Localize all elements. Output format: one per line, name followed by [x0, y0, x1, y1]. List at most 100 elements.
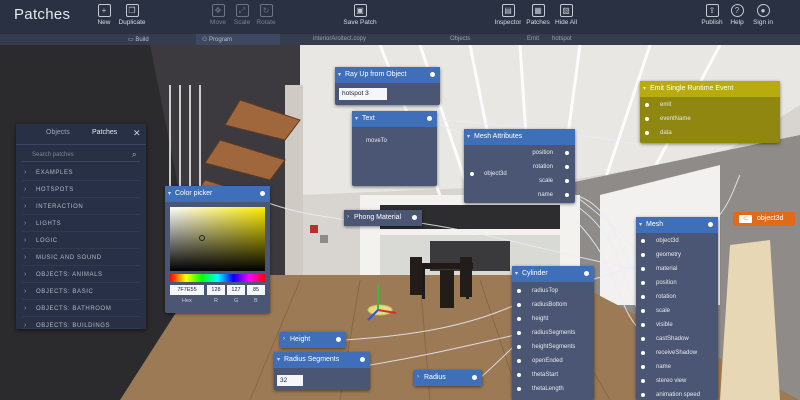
- height-node[interactable]: › Height: [280, 332, 346, 348]
- mesh-node[interactable]: ▾ Mesh object3d geometry material positio…: [636, 217, 718, 400]
- input-port[interactable]: [641, 253, 645, 257]
- category-item[interactable]: › OBJECTS: BASIC: [22, 285, 140, 300]
- radius-segments-input[interactable]: 32: [277, 375, 303, 386]
- output-port[interactable]: [412, 215, 417, 220]
- radius-segments-node[interactable]: ▾ Radius Segments 32: [274, 352, 370, 390]
- color-selector-handle[interactable]: [199, 235, 205, 241]
- input-port[interactable]: [641, 365, 645, 369]
- input-port[interactable]: [517, 359, 521, 363]
- emit-event-node[interactable]: ▾ Emit Single Runtime Event emit eventNam…: [640, 81, 780, 143]
- hide-all-button[interactable]: ▧ Hide All: [546, 4, 586, 26]
- radius-header[interactable]: › Radius: [414, 370, 482, 386]
- output-port[interactable]: [430, 72, 435, 77]
- blue-input[interactable]: 85: [247, 285, 265, 295]
- category-item[interactable]: › LOGIC: [22, 234, 140, 249]
- category-item[interactable]: › INTERACTION: [22, 200, 140, 215]
- red-input[interactable]: 128: [207, 285, 225, 295]
- height-header[interactable]: › Height: [280, 332, 346, 348]
- input-port[interactable]: [517, 289, 521, 293]
- emit-event-header[interactable]: ▾ Emit Single Runtime Event: [640, 81, 780, 97]
- category-item[interactable]: › MUSIC AND SOUND: [22, 251, 140, 266]
- output-port[interactable]: [472, 375, 477, 380]
- close-icon[interactable]: ✕: [133, 128, 141, 139]
- mesh-header[interactable]: ▾ Mesh: [636, 217, 718, 233]
- cylinder-header[interactable]: ▾ Cylinder: [512, 266, 594, 282]
- radius-node[interactable]: › Radius: [414, 370, 482, 386]
- output-port[interactable]: [584, 271, 589, 276]
- breadcrumb-objects[interactable]: Objects: [450, 36, 470, 42]
- input-port[interactable]: [517, 303, 521, 307]
- category-item[interactable]: › LIGHTS: [22, 217, 140, 232]
- patches-panel: Objects Patches ✕ Search patches ⌕ › EXAM…: [16, 124, 146, 329]
- output-port[interactable]: [360, 357, 365, 362]
- breadcrumb-file[interactable]: interiorAroitect.copy: [313, 36, 366, 42]
- input-port[interactable]: [641, 281, 645, 285]
- color-picker-node[interactable]: ▾ Color picker 7F7E55 128 127 85 Hex R G …: [165, 186, 270, 313]
- category-item[interactable]: › OBJECTS: ANIMALS: [22, 268, 140, 283]
- search-input[interactable]: Search patches: [22, 150, 140, 162]
- input-port[interactable]: [641, 295, 645, 299]
- cylinder-node[interactable]: ▾ Cylinder radiusTop radiusBottom height …: [512, 266, 594, 400]
- input-port[interactable]: [645, 103, 649, 107]
- ray-up-node[interactable]: ▾ Ray Up from Object hotspot 3: [335, 67, 440, 105]
- category-item[interactable]: › OBJECTS: BUILDINGS: [22, 319, 140, 329]
- category-item[interactable]: › OBJECTS: BATHROOM: [22, 302, 140, 317]
- radius-title: Radius: [424, 374, 446, 381]
- text-header[interactable]: ▾ Text: [352, 111, 437, 127]
- save-patch-button[interactable]: ▣ Save Patch: [335, 4, 385, 26]
- input-port[interactable]: [641, 337, 645, 341]
- port-label: stereo view: [656, 378, 687, 384]
- phong-material-header[interactable]: › Phong Material: [344, 210, 422, 226]
- input-port[interactable]: [641, 351, 645, 355]
- tab-program[interactable]: ⚇ Program: [196, 34, 280, 45]
- radius-segments-header[interactable]: ▾ Radius Segments: [274, 352, 370, 368]
- mesh-attributes-header[interactable]: ▾ Mesh Attributes: [464, 129, 575, 145]
- input-port[interactable]: [645, 131, 649, 135]
- new-label: New: [97, 19, 111, 26]
- input-port[interactable]: [641, 267, 645, 271]
- input-port[interactable]: [470, 172, 474, 176]
- output-port[interactable]: [427, 116, 432, 121]
- duplicate-button[interactable]: ❐ Duplicate: [112, 4, 152, 26]
- object3d-output-badge[interactable]: ⊂ object3d: [733, 212, 795, 226]
- breadcrumb-emit[interactable]: Emit: [527, 36, 539, 42]
- sign-in-button[interactable]: ● Sign in: [743, 4, 783, 26]
- input-port[interactable]: [517, 387, 521, 391]
- phong-material-node[interactable]: › Phong Material: [344, 210, 422, 226]
- output-port[interactable]: [565, 193, 569, 197]
- input-port[interactable]: [641, 323, 645, 327]
- saturation-value-area[interactable]: [170, 207, 265, 271]
- green-input[interactable]: 127: [227, 285, 245, 295]
- output-port[interactable]: [708, 222, 713, 227]
- output-port[interactable]: [565, 165, 569, 169]
- port-label: object3d: [656, 238, 679, 244]
- input-port[interactable]: [517, 317, 521, 321]
- category-item[interactable]: › EXAMPLES: [22, 166, 140, 181]
- tab-build[interactable]: ▭ Build: [122, 34, 194, 45]
- hex-input[interactable]: 7F7E55: [170, 285, 204, 295]
- input-port[interactable]: [517, 345, 521, 349]
- tab-objects[interactable]: Objects: [46, 129, 70, 136]
- input-port[interactable]: [641, 379, 645, 383]
- input-port[interactable]: [641, 309, 645, 313]
- tab-patches[interactable]: Patches: [92, 129, 117, 136]
- output-port[interactable]: [336, 337, 341, 342]
- output-port[interactable]: [260, 191, 265, 196]
- top-toolbar: Patches + New ❐ Duplicate ✥ Move ⤢ Scale ↻ Ro…: [0, 0, 800, 34]
- ray-up-header[interactable]: ▾ Ray Up from Object: [335, 67, 440, 83]
- mesh-attributes-node[interactable]: ▾ Mesh Attributes object3d position rotat…: [464, 129, 575, 203]
- color-picker-header[interactable]: ▾ Color picker: [165, 186, 270, 202]
- hue-slider[interactable]: [170, 274, 265, 282]
- rotate-button[interactable]: ↻ Rotate: [246, 4, 286, 26]
- output-port[interactable]: [565, 151, 569, 155]
- output-port[interactable]: [565, 179, 569, 183]
- category-item[interactable]: › HOTSPOTS: [22, 183, 140, 198]
- object-name-input[interactable]: hotspot 3: [339, 88, 387, 100]
- input-port[interactable]: [517, 331, 521, 335]
- input-port[interactable]: [517, 373, 521, 377]
- input-port[interactable]: [645, 117, 649, 121]
- text-node[interactable]: ▾ Text moveTo: [352, 111, 437, 186]
- input-port[interactable]: [641, 393, 645, 397]
- input-port[interactable]: [641, 239, 645, 243]
- breadcrumb-hotspot[interactable]: hotspot: [552, 36, 572, 42]
